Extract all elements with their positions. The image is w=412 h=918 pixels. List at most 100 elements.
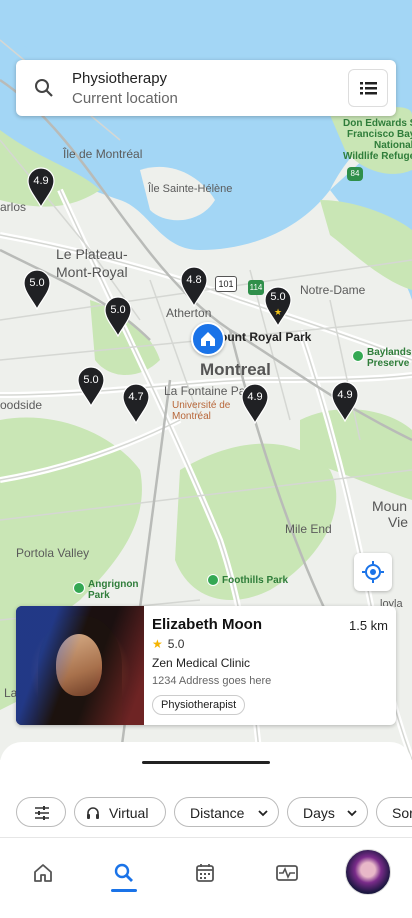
map-label: Montreal — [200, 360, 271, 379]
map-label: Île de Montréal — [63, 147, 143, 161]
filter-virtual-chip[interactable]: Virtual — [74, 797, 166, 827]
provider-rating-value: 5.0 — [167, 637, 185, 651]
map-label: Mont-Royal — [56, 264, 128, 280]
map-pin-icon — [241, 383, 269, 424]
provider-clinic: Zen Medical Clinic — [152, 656, 251, 670]
calendar-icon — [196, 864, 214, 882]
nav-activity[interactable] — [257, 838, 317, 908]
search-icon — [35, 79, 53, 97]
nav-search[interactable] — [95, 838, 155, 908]
map-label: Francisco Bay — [347, 129, 412, 140]
search-location[interactable]: Current location — [72, 90, 178, 107]
provider-rating: ★ 5.0 — [152, 637, 184, 651]
filter-virtual-label: Virtual — [109, 805, 149, 821]
map-label: Preserve — [367, 358, 410, 369]
map-label: oodside — [0, 398, 43, 412]
park-marker — [352, 350, 364, 362]
map-label: arlos — [0, 200, 27, 214]
map-pin-icon — [331, 381, 359, 422]
filter-sort-label: Sor — [392, 805, 412, 821]
rating-pin-value: 4.9 — [33, 175, 49, 187]
user-avatar[interactable] — [345, 849, 391, 895]
nav-home[interactable] — [14, 838, 74, 908]
sheet-drag-handle[interactable] — [142, 761, 270, 764]
rating-pin-value: 5.0 — [83, 374, 99, 386]
map-label: Université de — [172, 400, 231, 411]
activity-icon — [276, 865, 298, 881]
home-icon — [34, 864, 52, 882]
rating-pin-value: 5.0 — [110, 304, 126, 316]
nav-active-indicator — [111, 889, 137, 892]
map-label: Le Plateau- — [56, 246, 128, 262]
rating-pin[interactable]: 4.8 — [179, 265, 209, 307]
home-icon — [201, 332, 215, 346]
filter-chips: Virtual Distance Days Sor — [16, 797, 412, 829]
search-icon — [114, 863, 133, 882]
provider-address: 1234 Address goes here — [152, 675, 272, 687]
rating-pin[interactable]: 5.0 ★ — [263, 285, 293, 327]
chevron-down-icon — [347, 810, 357, 817]
filter-distance-chip[interactable]: Distance — [174, 797, 279, 827]
list-icon — [360, 82, 377, 95]
park-marker — [207, 574, 219, 586]
map-pin-icon — [180, 266, 208, 307]
map-label: Angrignon — [88, 579, 139, 590]
map-label: Montréal — [172, 411, 211, 422]
my-location-icon — [362, 561, 384, 583]
map-pin-icon — [104, 296, 132, 337]
search-bar[interactable]: Physiotherapy Current location — [16, 60, 396, 116]
nav-calendar[interactable] — [176, 838, 236, 908]
rating-pin[interactable]: 5.0 — [22, 268, 52, 310]
list-view-button[interactable] — [348, 69, 388, 107]
provider-distance: 1.5 km — [348, 618, 388, 633]
route-shield-101: 101 — [215, 276, 237, 292]
map-label: Vie — [388, 514, 408, 530]
filter-sort-chip[interactable]: Sor — [376, 797, 412, 827]
rating-pin-value: 4.9 — [337, 389, 353, 401]
map-label: National — [374, 140, 412, 151]
map-label: Wildlife Refuge — [343, 151, 412, 162]
map-pin-icon — [122, 383, 150, 424]
route-shield-114: 114 — [248, 280, 264, 295]
chevron-down-icon — [258, 810, 268, 817]
virtual-headset-icon — [87, 807, 99, 819]
provider-specialty-tag: Physiotherapist — [152, 695, 246, 715]
rating-pin[interactable]: 4.7 — [121, 382, 151, 424]
map-label: Moun — [372, 498, 408, 514]
rating-pin[interactable]: 4.9 — [26, 166, 56, 208]
map-label: Park — [88, 590, 110, 601]
rating-pin[interactable]: 4.9 — [330, 380, 360, 422]
rating-pin-value: 4.8 — [186, 274, 202, 286]
map-label: Don Edwards Sa — [343, 118, 412, 129]
provider-photo — [16, 606, 144, 725]
rating-pin-value: 4.9 — [247, 391, 263, 403]
star-icon: ★ — [273, 307, 283, 317]
route-shield-84: 84 — [347, 167, 363, 181]
star-icon: ★ — [152, 637, 163, 651]
map-label: Portola Valley — [16, 546, 90, 560]
map-label: Baylands — [367, 347, 412, 358]
rating-pin[interactable]: 5.0 — [103, 295, 133, 337]
rating-pin[interactable]: 4.9 — [240, 382, 270, 424]
provider-card[interactable]: Elizabeth Moon 1.5 km ★ 5.0 Zen Medical C… — [16, 606, 396, 725]
map-pin-icon — [27, 167, 55, 208]
current-location-home-marker[interactable] — [191, 322, 225, 356]
map-pin-icon — [77, 366, 105, 407]
filter-settings-chip[interactable] — [16, 797, 66, 827]
park-marker — [73, 582, 85, 594]
provider-name: Elizabeth Moon — [152, 616, 262, 633]
map-label: Notre-Dame — [300, 283, 366, 297]
rating-pin-value: 5.0 — [270, 291, 286, 303]
map-label: Foothills Park — [222, 575, 289, 586]
rating-pin-value: 5.0 — [29, 277, 45, 289]
filter-days-label: Days — [303, 805, 335, 821]
map-label: Mile End — [285, 522, 332, 536]
filter-days-chip[interactable]: Days — [287, 797, 368, 827]
map-label: Atherton — [166, 306, 212, 320]
my-location-button[interactable] — [354, 553, 392, 591]
map-label: Île Sainte-Hélène — [148, 183, 233, 195]
filter-distance-label: Distance — [190, 805, 245, 821]
rating-pin[interactable]: 5.0 — [76, 365, 106, 407]
search-query[interactable]: Physiotherapy — [72, 70, 167, 87]
rating-pin-value: 4.7 — [128, 391, 144, 403]
